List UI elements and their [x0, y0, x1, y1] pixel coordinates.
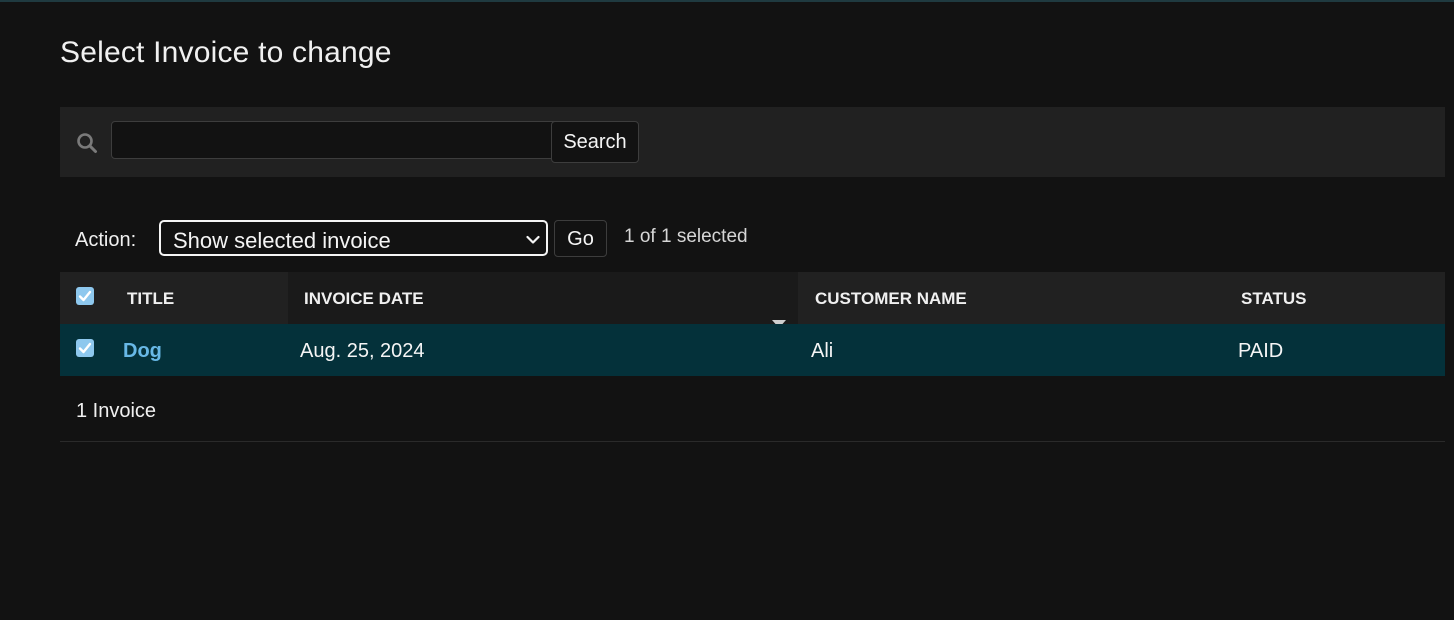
column-header-title[interactable]: Title — [110, 272, 288, 324]
table-row: Dog Aug. 25, 2024 Ali PAID — [60, 324, 1445, 376]
column-header-status[interactable]: Status — [1224, 272, 1445, 324]
search-toolbar: Search — [60, 107, 1445, 177]
action-label: Action: — [75, 229, 137, 251]
chevron-down-icon — [526, 232, 540, 244]
column-header-invoice-date[interactable]: Invoice date — [288, 272, 798, 328]
result-count: 1 Invoice — [76, 400, 157, 422]
search-button[interactable]: Search — [551, 121, 639, 163]
action-select-value: Show selected invoice — [173, 228, 391, 253]
row-customer-name: Ali — [811, 340, 834, 362]
table-header: Title Invoice date Customer name Status — [60, 272, 1445, 328]
action-select[interactable]: Show selected invoice — [159, 220, 548, 256]
paginator: 1 Invoice — [60, 376, 1445, 442]
row-status: PAID — [1238, 340, 1284, 362]
column-header-customer-name[interactable]: Customer name — [798, 272, 1224, 324]
results-table: Title Invoice date Customer name Status … — [60, 272, 1445, 376]
row-title-link[interactable]: Dog — [123, 324, 162, 376]
header-select-all — [60, 272, 110, 324]
actions-bar: Action: Show selected invoice Go 1 of 1 … — [60, 217, 1445, 261]
sort-descending-icon[interactable] — [772, 296, 786, 328]
search-icon — [76, 132, 98, 154]
go-button[interactable]: Go — [554, 220, 607, 257]
search-input[interactable] — [111, 121, 561, 159]
row-select-checkbox[interactable] — [76, 339, 94, 357]
page-title: Select Invoice to change — [60, 36, 392, 69]
select-all-checkbox[interactable] — [76, 287, 94, 305]
column-header-invoice-date-label: Invoice date — [304, 289, 424, 308]
row-invoice-date: Aug. 25, 2024 — [300, 340, 425, 362]
change-list-page: Select Invoice to change Search Action: … — [0, 0, 1454, 620]
selection-counter: 1 of 1 selected — [624, 226, 748, 247]
